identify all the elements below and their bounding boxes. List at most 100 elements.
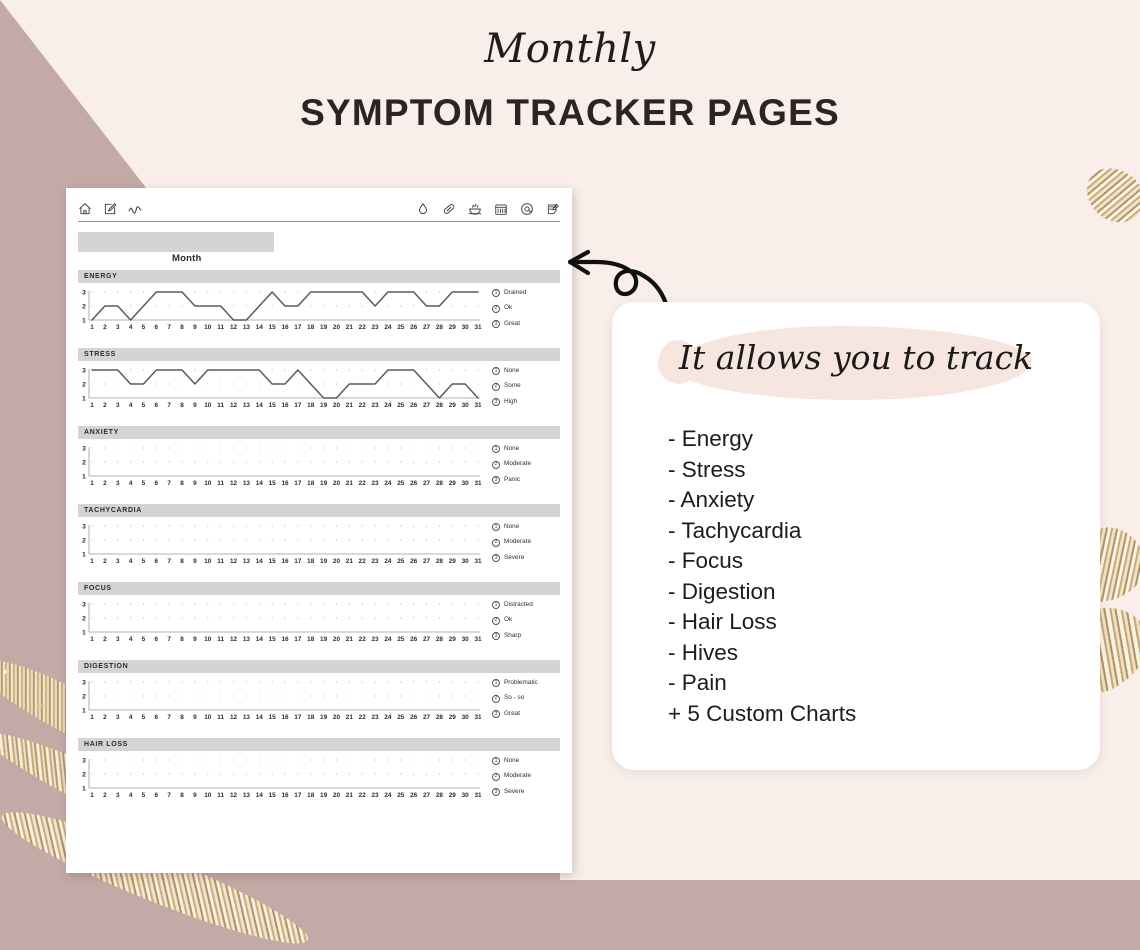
svg-text:15: 15 [269,636,277,643]
svg-text:18: 18 [307,402,315,409]
chart-plot-area[interactable]: 3 2 1 1 2 3 4 5 6 7 8 9 10 11 12 13 14 15 16 17 18 19 20 21 22 23… [78,288,484,336]
svg-text:23: 23 [372,324,380,331]
svg-text:24: 24 [384,792,392,799]
svg-text:15: 15 [269,714,277,721]
svg-text:8: 8 [180,480,184,487]
svg-text:3: 3 [116,558,120,565]
svg-text:1: 1 [82,318,86,325]
svg-text:21: 21 [346,636,354,643]
scribble-note-icon[interactable] [546,202,560,216]
svg-text:2: 2 [82,304,86,311]
svg-text:1: 1 [90,792,94,799]
svg-text:5: 5 [142,636,146,643]
pill-icon[interactable] [442,202,456,216]
water-drop-icon[interactable] [416,202,430,216]
legend-number-badge: 2 [492,304,500,313]
svg-text:16: 16 [281,558,289,565]
legend-label: None [504,444,520,452]
svg-text:29: 29 [449,636,457,643]
svg-text:15: 15 [269,792,277,799]
food-bowl-icon[interactable] [468,202,482,216]
svg-text:5: 5 [142,402,146,409]
svg-text:28: 28 [436,480,444,487]
svg-text:5: 5 [142,324,146,331]
legend-item: 1 None [492,367,521,375]
legend-item: 2 Moderate [492,772,531,781]
legend-number-badge: 2 [492,382,500,391]
svg-text:27: 27 [423,324,431,331]
legend-label: Some [504,382,521,390]
svg-text:3: 3 [116,636,120,643]
legend-item: 2 Ok [492,304,526,313]
chart-line-icon[interactable] [128,202,142,216]
svg-text:2: 2 [103,714,107,721]
svg-text:15: 15 [269,324,277,331]
svg-text:14: 14 [256,714,264,721]
legend-number-badge: 3 [492,398,500,406]
svg-text:21: 21 [346,558,354,565]
svg-text:23: 23 [372,402,380,409]
chart-body: 3 2 1 1 2 3 4 5 6 7 8 9 10 11 12 13 14 15 16 17 18 19 20 21 22 23… [78,600,560,648]
svg-text:9: 9 [193,324,197,331]
legend-label: None [504,522,520,530]
svg-text:9: 9 [193,558,197,565]
chart-plot-area[interactable]: 3 2 1 1 2 3 4 5 6 7 8 9 10 11 12 13 14 15 16 17 18 19 20 21 22 23… [78,756,484,804]
month-input-field[interactable] [78,232,274,252]
chart-body: 3 2 1 1 2 3 4 5 6 7 8 9 10 11 12 13 14 15 16 17 18 19 20 21 22 23… [78,366,560,414]
chart-legend: 1 None 2 Moderate 3 Severe [492,756,531,796]
svg-text:16: 16 [281,324,289,331]
svg-text:23: 23 [372,792,380,799]
svg-text:2: 2 [103,402,107,409]
svg-text:24: 24 [384,558,392,565]
chart-plot-area[interactable]: 3 2 1 1 2 3 4 5 6 7 8 9 10 11 12 13 14 15 16 17 18 19 20 21 22 23… [78,366,484,414]
tracked-symptom-item: - Digestion [668,578,776,604]
svg-text:21: 21 [346,402,354,409]
svg-text:3: 3 [82,446,86,453]
svg-text:4: 4 [129,792,133,799]
home-icon[interactable] [78,202,92,216]
svg-text:31: 31 [474,324,482,331]
chart-plot-area[interactable]: 3 2 1 1 2 3 4 5 6 7 8 9 10 11 12 13 14 15 16 17 18 19 20 21 22 23… [78,678,484,726]
svg-text:26: 26 [410,792,418,799]
svg-text:3: 3 [116,714,120,721]
tracked-symptom-item: - Anxiety [668,487,755,512]
svg-text:1: 1 [82,396,86,403]
svg-text:1: 1 [90,558,94,565]
svg-text:10: 10 [204,636,212,643]
chart-plot-area[interactable]: 3 2 1 1 2 3 4 5 6 7 8 9 10 11 12 13 14 15 16 17 18 19 20 21 22 23… [78,522,484,570]
svg-text:30: 30 [462,714,470,721]
legend-number-badge: 1 [492,289,500,297]
svg-text:19: 19 [320,714,328,721]
at-symbol-icon[interactable] [520,202,534,216]
svg-text:3: 3 [82,524,86,531]
svg-text:4: 4 [129,558,133,565]
legend-item: 3 High [492,398,521,406]
svg-text:26: 26 [410,714,418,721]
svg-text:31: 31 [474,558,482,565]
calendar-icon[interactable] [494,202,508,216]
svg-text:3: 3 [82,758,86,765]
legend-item: 2 Moderate [492,460,531,469]
tracked-symptom-item: - Tachycardia [668,517,802,543]
svg-text:17: 17 [294,636,302,643]
svg-text:20: 20 [333,402,341,409]
svg-text:6: 6 [155,324,159,331]
legend-label: Drained [504,288,527,296]
svg-text:25: 25 [397,324,405,331]
svg-text:5: 5 [142,558,146,565]
chart-plot-area[interactable]: 3 2 1 1 2 3 4 5 6 7 8 9 10 11 12 13 14 15 16 17 18 19 20 21 22 23… [78,600,484,648]
svg-text:30: 30 [462,480,470,487]
chart-title: TACHYCARDIA [78,504,560,517]
chart-block-anxiety: ANXIETY 3 2 1 1 2 3 4 5 6 7 8 9 10 11 12 13 14 15 16 17 18 19 2… [78,426,560,492]
note-edit-icon[interactable] [103,202,117,216]
legend-item: 2 So - so [492,694,538,703]
month-row: Month [78,232,560,266]
chart-plot-area[interactable]: 3 2 1 1 2 3 4 5 6 7 8 9 10 11 12 13 14 15 16 17 18 19 20 21 22 23… [78,444,484,492]
chart-block-stress: STRESS 3 2 1 1 2 3 4 5 6 7 8 9 10 11 12 13 14 15 16 17 18 19 20… [78,348,560,414]
svg-text:12: 12 [230,480,238,487]
svg-text:26: 26 [410,480,418,487]
chart-legend: 1 None 2 Moderate 3 Panic [492,444,531,484]
legend-label: Moderate [504,772,531,780]
svg-text:2: 2 [103,324,107,331]
svg-text:9: 9 [193,480,197,487]
